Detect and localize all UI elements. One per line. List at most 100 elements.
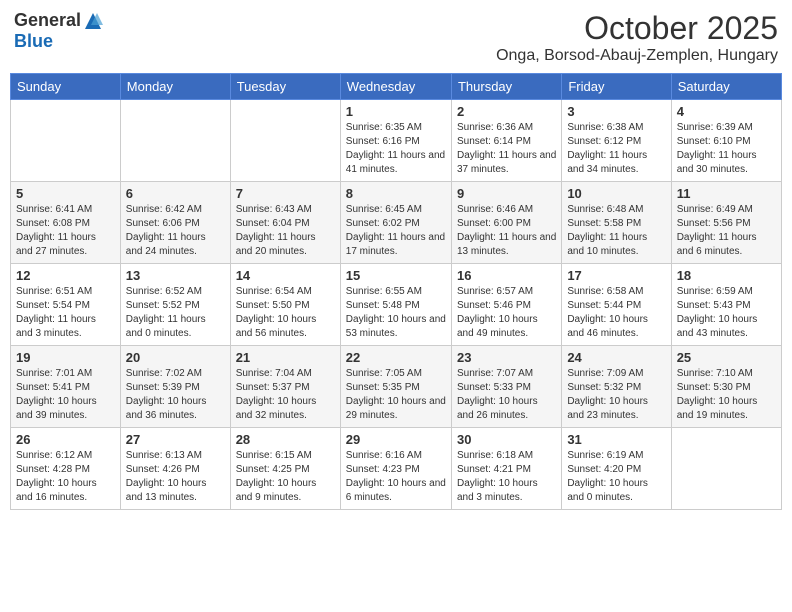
day-info: Sunrise: 6:35 AM Sunset: 6:16 PM Dayligh… — [346, 121, 446, 177]
day-info: Sunrise: 6:41 AM Sunset: 6:08 PM Dayligh… — [16, 203, 115, 259]
table-row: 8 Sunrise: 6:45 AM Sunset: 6:02 PM Daylig… — [340, 182, 451, 264]
day-info: Sunrise: 6:15 AM Sunset: 4:25 PM Dayligh… — [236, 449, 335, 505]
day-info: Sunrise: 6:59 AM Sunset: 5:43 PM Dayligh… — [677, 285, 776, 341]
calendar-week-row: 26 Sunrise: 6:12 AM Sunset: 4:28 PM Dayli… — [11, 428, 782, 510]
day-info: Sunrise: 6:48 AM Sunset: 5:58 PM Dayligh… — [567, 203, 665, 259]
day-info: Sunrise: 6:45 AM Sunset: 6:02 PM Dayligh… — [346, 203, 446, 259]
table-row: 15Sunrise: 6:55 AM Sunset: 5:48 PM Dayli… — [340, 264, 451, 346]
col-friday: Friday — [562, 74, 671, 100]
day-info: Sunrise: 6:49 AM Sunset: 5:56 PM Dayligh… — [677, 203, 776, 259]
day-number: 2 — [457, 104, 556, 119]
day-info: Sunrise: 6:57 AM Sunset: 5:46 PM Dayligh… — [457, 285, 556, 341]
table-row: 11 Sunrise: 6:49 AM Sunset: 5:56 PM Dayli… — [671, 182, 781, 264]
title-section: October 2025 Onga, Borsod-Abauj-Zemplen,… — [496, 10, 778, 65]
day-number: 7 — [236, 186, 335, 201]
table-row: 10Sunrise: 6:48 AM Sunset: 5:58 PM Dayli… — [562, 182, 671, 264]
day-number: 18 — [677, 268, 776, 283]
day-number: 26 — [16, 432, 115, 447]
day-info: Sunrise: 6:52 AM Sunset: 5:52 PM Dayligh… — [126, 285, 225, 341]
day-number: 11 — [677, 186, 776, 201]
day-number: 8 — [346, 186, 446, 201]
table-row: 22Sunrise: 7:05 AM Sunset: 5:35 PM Dayli… — [340, 346, 451, 428]
table-row: 1 Sunrise: 6:35 AM Sunset: 6:16 PM Daylig… — [340, 100, 451, 182]
table-row: 7 Sunrise: 6:43 AM Sunset: 6:04 PM Daylig… — [230, 182, 340, 264]
day-info: Sunrise: 6:55 AM Sunset: 5:48 PM Dayligh… — [346, 285, 446, 341]
day-info: Sunrise: 7:05 AM Sunset: 5:35 PM Dayligh… — [346, 367, 446, 423]
table-row: 3 Sunrise: 6:38 AM Sunset: 6:12 PM Daylig… — [562, 100, 671, 182]
day-info: Sunrise: 7:10 AM Sunset: 5:30 PM Dayligh… — [677, 367, 776, 423]
table-row: 28 Sunrise: 6:15 AM Sunset: 4:25 PM Dayli… — [230, 428, 340, 510]
day-info: Sunrise: 6:36 AM Sunset: 6:14 PM Dayligh… — [457, 121, 556, 177]
calendar-table: Sunday Monday Tuesday Wednesday Thursday… — [10, 73, 782, 510]
table-row: 5 Sunrise: 6:41 AM Sunset: 6:08 PM Daylig… — [11, 182, 121, 264]
day-number: 24 — [567, 350, 665, 365]
day-info: Sunrise: 6:12 AM Sunset: 4:28 PM Dayligh… — [16, 449, 115, 505]
day-info: Sunrise: 6:13 AM Sunset: 4:26 PM Dayligh… — [126, 449, 225, 505]
table-row: 19 Sunrise: 7:01 AM Sunset: 5:41 PM Dayli… — [11, 346, 121, 428]
day-number: 21 — [236, 350, 335, 365]
logo-blue-text: Blue — [14, 31, 53, 52]
table-row: 2 Sunrise: 6:36 AM Sunset: 6:14 PM Daylig… — [451, 100, 561, 182]
day-number: 5 — [16, 186, 115, 201]
col-thursday: Thursday — [451, 74, 561, 100]
calendar-week-row: 19 Sunrise: 7:01 AM Sunset: 5:41 PM Dayli… — [11, 346, 782, 428]
table-row: 4 Sunrise: 6:39 AM Sunset: 6:10 PM Daylig… — [671, 100, 781, 182]
calendar-header-row: Sunday Monday Tuesday Wednesday Thursday… — [11, 74, 782, 100]
calendar-week-row: 12Sunrise: 6:51 AM Sunset: 5:54 PM Dayli… — [11, 264, 782, 346]
day-info: Sunrise: 6:43 AM Sunset: 6:04 PM Dayligh… — [236, 203, 335, 259]
day-number: 4 — [677, 104, 776, 119]
day-number: 27 — [126, 432, 225, 447]
col-tuesday: Tuesday — [230, 74, 340, 100]
day-number: 28 — [236, 432, 335, 447]
day-number: 1 — [346, 104, 446, 119]
day-info: Sunrise: 6:38 AM Sunset: 6:12 PM Dayligh… — [567, 121, 665, 177]
day-number: 9 — [457, 186, 556, 201]
day-info: Sunrise: 7:01 AM Sunset: 5:41 PM Dayligh… — [16, 367, 115, 423]
table-row: 17 Sunrise: 6:58 AM Sunset: 5:44 PM Dayli… — [562, 264, 671, 346]
table-row — [11, 100, 121, 182]
day-info: Sunrise: 6:42 AM Sunset: 6:06 PM Dayligh… — [126, 203, 225, 259]
logo-icon — [83, 11, 103, 31]
table-row: 16 Sunrise: 6:57 AM Sunset: 5:46 PM Dayli… — [451, 264, 561, 346]
logo: General Blue — [14, 10, 103, 52]
location-title: Onga, Borsod-Abauj-Zemplen, Hungary — [496, 47, 778, 65]
day-number: 20 — [126, 350, 225, 365]
table-row: 23Sunrise: 7:07 AM Sunset: 5:33 PM Dayli… — [451, 346, 561, 428]
table-row: 26 Sunrise: 6:12 AM Sunset: 4:28 PM Dayli… — [11, 428, 121, 510]
day-number: 14 — [236, 268, 335, 283]
day-info: Sunrise: 7:02 AM Sunset: 5:39 PM Dayligh… — [126, 367, 225, 423]
table-row: 13Sunrise: 6:52 AM Sunset: 5:52 PM Dayli… — [120, 264, 230, 346]
table-row: 29Sunrise: 6:16 AM Sunset: 4:23 PM Dayli… — [340, 428, 451, 510]
day-number: 29 — [346, 432, 446, 447]
day-number: 30 — [457, 432, 556, 447]
month-title: October 2025 — [496, 10, 778, 47]
table-row: 9 Sunrise: 6:46 AM Sunset: 6:00 PM Daylig… — [451, 182, 561, 264]
day-info: Sunrise: 6:51 AM Sunset: 5:54 PM Dayligh… — [16, 285, 115, 341]
col-monday: Monday — [120, 74, 230, 100]
table-row: 31 Sunrise: 6:19 AM Sunset: 4:20 PM Dayli… — [562, 428, 671, 510]
col-saturday: Saturday — [671, 74, 781, 100]
day-number: 19 — [16, 350, 115, 365]
day-number: 3 — [567, 104, 665, 119]
table-row: 24 Sunrise: 7:09 AM Sunset: 5:32 PM Dayli… — [562, 346, 671, 428]
calendar-week-row: 5 Sunrise: 6:41 AM Sunset: 6:08 PM Daylig… — [11, 182, 782, 264]
day-info: Sunrise: 6:46 AM Sunset: 6:00 PM Dayligh… — [457, 203, 556, 259]
day-number: 31 — [567, 432, 665, 447]
day-info: Sunrise: 7:07 AM Sunset: 5:33 PM Dayligh… — [457, 367, 556, 423]
day-number: 16 — [457, 268, 556, 283]
day-info: Sunrise: 6:58 AM Sunset: 5:44 PM Dayligh… — [567, 285, 665, 341]
table-row: 14 Sunrise: 6:54 AM Sunset: 5:50 PM Dayli… — [230, 264, 340, 346]
table-row: 6Sunrise: 6:42 AM Sunset: 6:06 PM Daylig… — [120, 182, 230, 264]
day-info: Sunrise: 7:04 AM Sunset: 5:37 PM Dayligh… — [236, 367, 335, 423]
table-row — [671, 428, 781, 510]
day-info: Sunrise: 6:39 AM Sunset: 6:10 PM Dayligh… — [677, 121, 776, 177]
table-row — [230, 100, 340, 182]
table-row: 27 Sunrise: 6:13 AM Sunset: 4:26 PM Dayli… — [120, 428, 230, 510]
day-info: Sunrise: 7:09 AM Sunset: 5:32 PM Dayligh… — [567, 367, 665, 423]
calendar-week-row: 1 Sunrise: 6:35 AM Sunset: 6:16 PM Daylig… — [11, 100, 782, 182]
day-info: Sunrise: 6:54 AM Sunset: 5:50 PM Dayligh… — [236, 285, 335, 341]
day-info: Sunrise: 6:19 AM Sunset: 4:20 PM Dayligh… — [567, 449, 665, 505]
day-number: 17 — [567, 268, 665, 283]
table-row: 12Sunrise: 6:51 AM Sunset: 5:54 PM Dayli… — [11, 264, 121, 346]
col-sunday: Sunday — [11, 74, 121, 100]
